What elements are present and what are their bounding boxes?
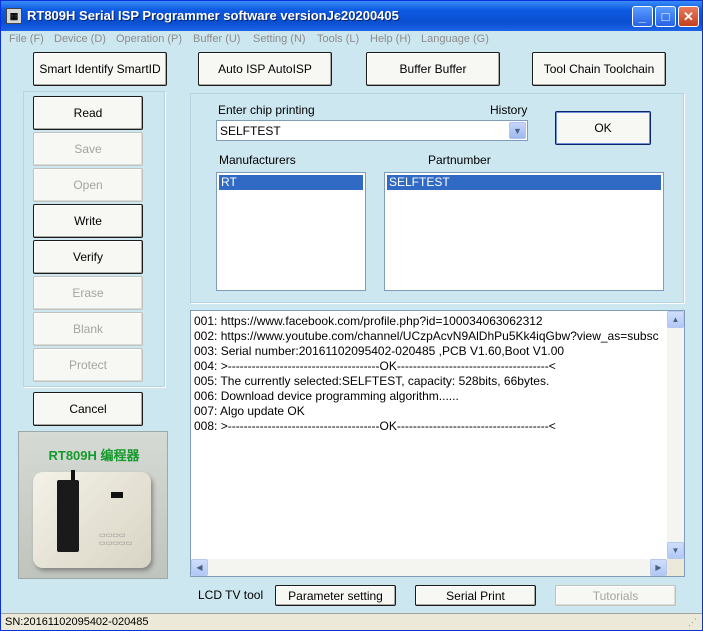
programmer-image: RT809H 编程器 ▭▭▭▭ ▭▭▭▭▭ — [18, 431, 168, 579]
verify-button[interactable]: Verify — [33, 240, 143, 274]
menu-buffer[interactable]: Buffer (U) — [193, 33, 240, 45]
tool-chain-button[interactable]: Tool Chain Toolchain — [532, 52, 666, 86]
blank-button[interactable]: Blank — [33, 312, 143, 346]
programmer-label-art: ▭▭▭▭ ▭▭▭▭▭ — [99, 532, 133, 547]
menu-setting[interactable]: Setting (N) — [253, 33, 306, 45]
lcd-tv-tool-label: LCD TV tool — [198, 588, 264, 602]
zif-socket — [57, 480, 79, 552]
partnumber-label: Partnumber — [428, 153, 491, 167]
cancel-button[interactable]: Cancel — [33, 392, 143, 426]
protect-button[interactable]: Protect — [33, 348, 143, 382]
chip-combobox-value: SELFTEST — [220, 124, 281, 138]
erase-button[interactable]: Erase — [33, 276, 143, 310]
open-button[interactable]: Open — [33, 168, 143, 202]
log-line: 008: >----------------------------------… — [194, 419, 556, 433]
programmer-image-title: RT809H 编程器 — [48, 448, 140, 463]
menu-language[interactable]: Language (G) — [421, 33, 489, 45]
maximize-button[interactable]: □ — [655, 6, 676, 27]
auto-isp-button[interactable]: Auto ISP AutoISP — [198, 52, 332, 86]
smart-identify-button[interactable]: Smart Identify SmartID — [33, 52, 167, 86]
read-button[interactable]: Read — [33, 96, 143, 130]
programmer-body — [33, 472, 151, 568]
menu-device[interactable]: Device (D) — [54, 33, 106, 45]
app-icon[interactable]: ▦ — [6, 8, 22, 24]
enter-chip-label: Enter chip printing — [218, 103, 315, 117]
close-button[interactable]: ✕ — [678, 6, 699, 27]
scroll-down-icon[interactable]: ▼ — [667, 542, 684, 559]
led-indicator — [111, 492, 123, 498]
log-line: 003: Serial number:20161102095402-020485… — [194, 344, 565, 358]
history-label: History — [490, 103, 528, 117]
buffer-button[interactable]: Buffer Buffer — [366, 52, 500, 86]
scroll-left-icon[interactable]: ◀ — [191, 559, 208, 576]
vertical-scrollbar[interactable]: ▲ ▼ — [667, 311, 684, 559]
menu-file[interactable]: File (F) — [9, 33, 44, 45]
status-bar: SN:20161102095402-020485 ⋰ — [1, 613, 702, 630]
minimize-button[interactable]: _ — [632, 6, 653, 27]
parameter-setting-button[interactable]: Parameter setting — [275, 585, 396, 606]
log-line: 006: Download device programming algorit… — [194, 389, 459, 403]
horizontal-scrollbar[interactable]: ◀ ▶ — [191, 559, 667, 576]
log-line: 001: https://www.facebook.com/profile.ph… — [194, 314, 543, 328]
chip-combobox[interactable]: SELFTEST ▼ — [216, 120, 528, 141]
write-button[interactable]: Write — [33, 204, 143, 238]
scrollbar-corner — [667, 559, 684, 576]
menu-bar: File (F) Device (D) Operation (P) Buffer… — [1, 31, 702, 49]
log-line: 002: https://www.youtube.com/channel/UCz… — [194, 329, 659, 343]
log-line: 005: The currently selected:SELFTEST, ca… — [194, 374, 550, 388]
serial-number-status: SN:20161102095402-020485 — [5, 616, 149, 628]
resize-grip-icon[interactable]: ⋰ — [688, 617, 700, 629]
partnumber-list[interactable]: SELFTEST — [384, 172, 664, 291]
list-item[interactable]: RT — [219, 175, 363, 190]
scroll-right-icon[interactable]: ▶ — [650, 559, 667, 576]
menu-tools[interactable]: Tools (L) — [317, 33, 359, 45]
menu-help[interactable]: Help (H) — [370, 33, 411, 45]
manufacturers-label: Manufacturers — [219, 153, 296, 167]
chevron-down-icon[interactable]: ▼ — [509, 122, 526, 139]
window-title: RT809H Serial ISP Programmer software ve… — [27, 8, 399, 23]
list-item[interactable]: SELFTEST — [387, 175, 661, 190]
menu-operation[interactable]: Operation (P) — [116, 33, 182, 45]
scroll-up-icon[interactable]: ▲ — [667, 311, 684, 328]
tutorials-button[interactable]: Tutorials — [555, 585, 676, 606]
serial-print-button[interactable]: Serial Print — [415, 585, 536, 606]
log-lines: 001: https://www.facebook.com/profile.ph… — [194, 314, 664, 434]
main-window: ▦ RT809H Serial ISP Programmer software … — [0, 0, 703, 631]
ok-button[interactable]: OK — [555, 111, 651, 145]
log-output[interactable]: 001: https://www.facebook.com/profile.ph… — [190, 310, 685, 577]
manufacturers-list[interactable]: RT — [216, 172, 366, 291]
title-bar[interactable]: ▦ RT809H Serial ISP Programmer software … — [1, 1, 702, 31]
log-line: 004: >----------------------------------… — [194, 359, 556, 373]
save-button[interactable]: Save — [33, 132, 143, 166]
log-line: 007: Algo update OK — [194, 404, 305, 418]
